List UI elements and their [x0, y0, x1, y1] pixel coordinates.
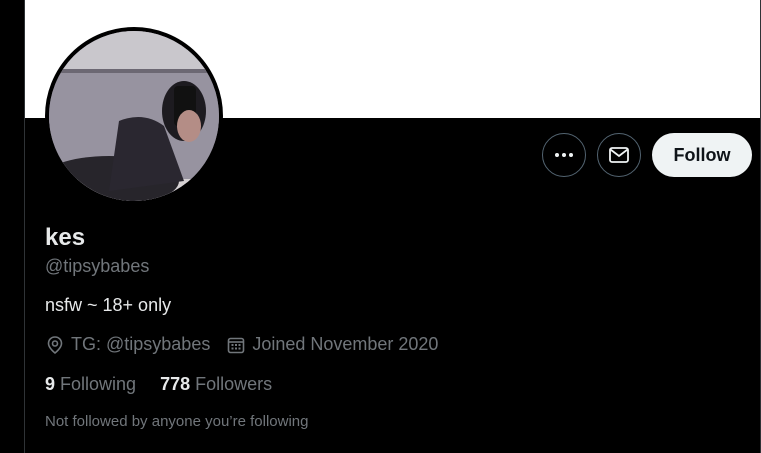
profile-meta: TG: @tipsybabes Joined November 2020: [45, 334, 454, 355]
location-pin-icon: [47, 335, 63, 354]
profile-avatar[interactable]: [45, 27, 223, 205]
calendar-icon: [228, 337, 245, 353]
follow-button[interactable]: Follow: [652, 133, 752, 177]
profile-handle: @tipsybabes: [45, 256, 150, 276]
envelope-icon: [609, 147, 629, 163]
followers-link[interactable]: 778 Followers: [160, 374, 272, 395]
location-text: TG: @tipsybabes: [71, 334, 211, 354]
location-item: TG: @tipsybabes: [45, 334, 210, 355]
profile-stats: 9 Following 778 Followers: [45, 374, 296, 395]
following-count: 9: [45, 374, 56, 394]
more-options-button[interactable]: [542, 133, 586, 177]
profile-name: kes: [45, 224, 86, 251]
following-link[interactable]: 9 Following: [45, 374, 136, 395]
joined-item: Joined November 2020: [226, 334, 438, 355]
followers-label: Followers: [195, 374, 273, 394]
more-icon: [555, 153, 573, 157]
not-followed-notice: Not followed by anyone you’re following: [45, 413, 309, 430]
joined-text: Joined November 2020: [252, 334, 439, 354]
following-label: Following: [60, 374, 137, 394]
message-button[interactable]: [597, 133, 641, 177]
followers-count: 778: [160, 374, 191, 394]
profile-bio: nsfw ~ 18+ only: [45, 295, 172, 315]
